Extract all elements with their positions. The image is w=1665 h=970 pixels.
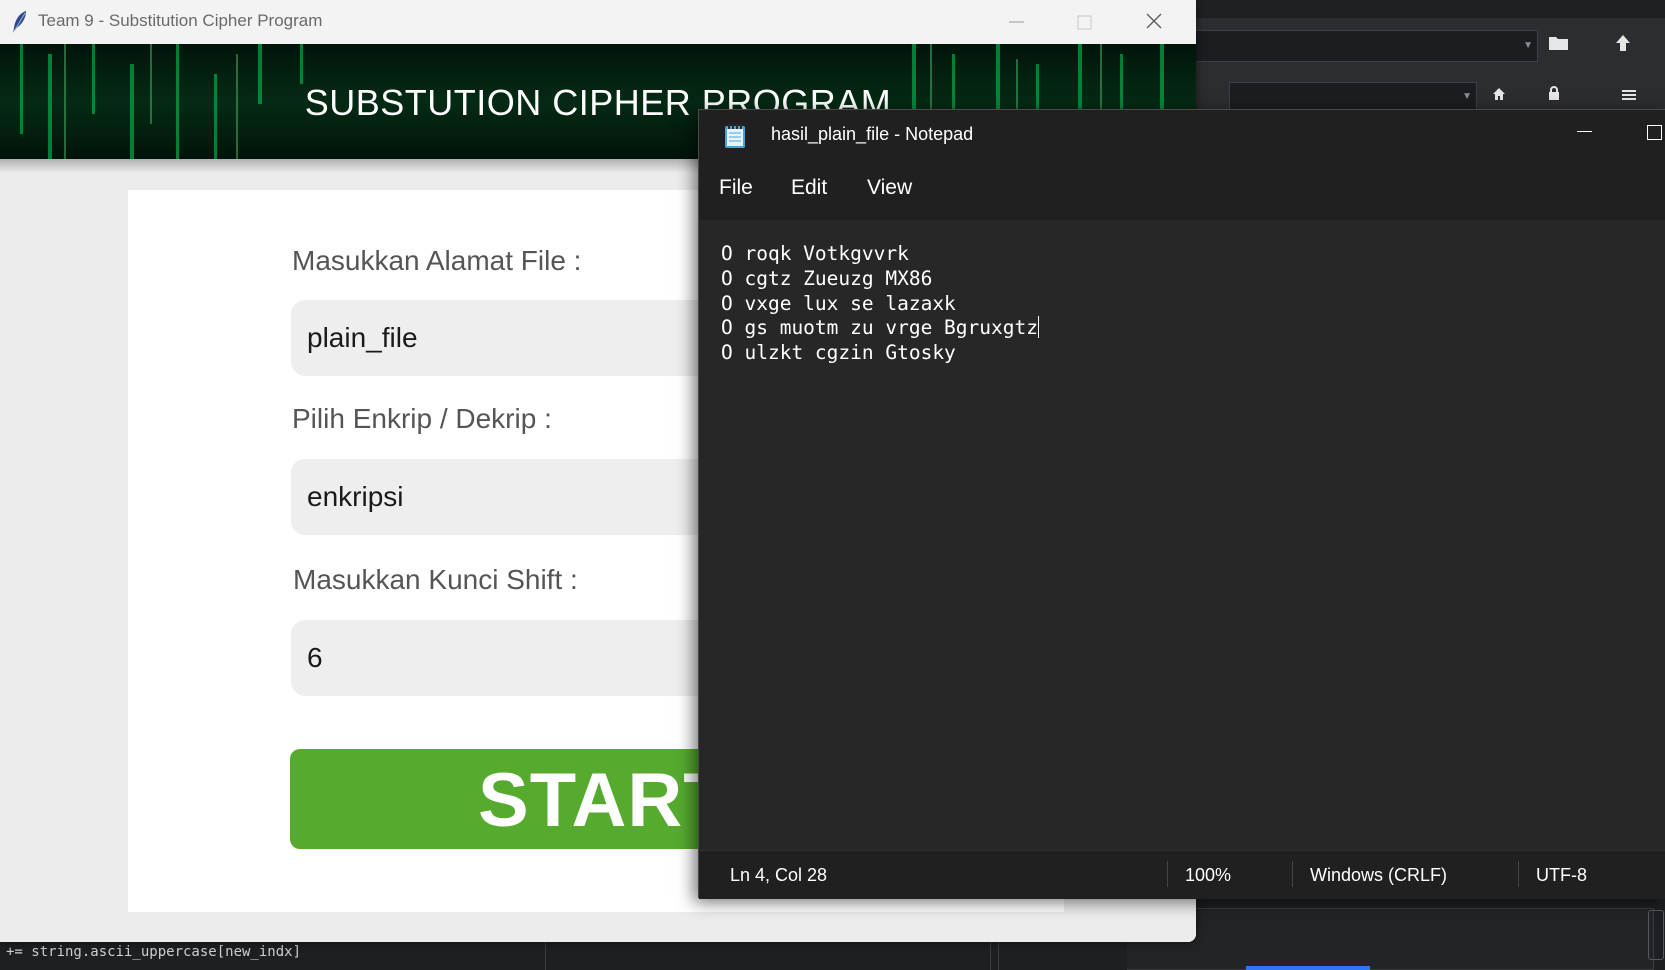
- open-folder-icon[interactable]: [1548, 34, 1570, 56]
- menu-edit[interactable]: Edit: [791, 176, 827, 200]
- notepad-status-bar: Ln 4, Col 28 100% Windows (CRLF) UTF-8: [699, 850, 1665, 899]
- status-divider: [1518, 861, 1519, 887]
- text-line: O gs muotm zu vrge Bgruxgtz: [721, 316, 1038, 340]
- mode-label: Pilih Enkrip / Dekrip :: [292, 403, 552, 434]
- line-ending: Windows (CRLF): [1310, 865, 1448, 885]
- menu-file[interactable]: File: [719, 176, 753, 200]
- ide-divider: [990, 942, 991, 970]
- notepad-menu-bar: File Edit View: [699, 158, 1665, 220]
- lock-icon[interactable]: [1547, 85, 1561, 105]
- text-line: O vxge lux se lazaxk: [721, 291, 956, 315]
- notepad-icon: [723, 123, 747, 154]
- home-icon[interactable]: [1492, 86, 1506, 105]
- window-title: Team 9 - Substitution Cipher Program: [38, 11, 323, 30]
- start-button-label: START: [478, 758, 731, 843]
- shift-key-label: Masukkan Kunci Shift :: [293, 564, 578, 595]
- cipher-title-bar: Team 9 - Substitution Cipher Program: [0, 0, 1196, 44]
- notepad-text-area[interactable]: O roqk Votkgvvrk O cgtz Zueuzg MX86 O vxge…: [699, 220, 1665, 850]
- notepad-title: hasil_plain_file - Notepad: [771, 124, 974, 144]
- notepad-maximize-button[interactable]: [1647, 125, 1662, 140]
- feather-icon: [12, 10, 28, 39]
- file-address-value: plain_file: [307, 322, 418, 353]
- chevron-down-icon[interactable]: ▼: [1462, 91, 1472, 102]
- mode-value: enkripsi: [307, 481, 404, 512]
- text-line: O roqk Votkgvvrk: [721, 242, 909, 265]
- minimize-button[interactable]: [996, 8, 1036, 36]
- shift-key-value: 6: [307, 642, 323, 673]
- zoom-level: 100%: [1185, 865, 1232, 885]
- ide-project-combobox[interactable]: ▼: [1229, 82, 1477, 112]
- ide-active-tab-indicator: [1246, 966, 1370, 970]
- notepad-title-bar: hasil_plain_file - Notepad: [699, 110, 1665, 158]
- ide-divider: [545, 942, 546, 970]
- file-address-label: Masukkan Alamat File :: [292, 245, 582, 276]
- menu-view[interactable]: View: [867, 176, 912, 200]
- ide-top-strip: [1127, 0, 1665, 18]
- text-line: O cgtz Zueuzg MX86: [721, 266, 933, 290]
- status-divider: [1292, 861, 1293, 887]
- close-button[interactable]: [1134, 8, 1174, 36]
- menu-icon[interactable]: [1622, 86, 1636, 105]
- encoding: UTF-8: [1536, 865, 1587, 885]
- text-line: O ulzkt cgzin Gtosky: [721, 341, 956, 365]
- notepad-window: hasil_plain_file - Notepad File Edit Vie…: [698, 109, 1665, 899]
- status-divider: [1167, 861, 1168, 887]
- ide-code-line: += string.ascii_uppercase[new_indx]: [0, 942, 1127, 970]
- text-caret: [1037, 316, 1039, 339]
- ide-scrollbar[interactable]: [1648, 910, 1664, 960]
- maximize-button[interactable]: [1064, 8, 1104, 36]
- arrow-up-icon[interactable]: [1614, 34, 1632, 56]
- ide-divider: [998, 942, 999, 970]
- text-line-with-caret: O gs muotm zu vrge Bgruxgtz: [721, 316, 1039, 341]
- notepad-minimize-button[interactable]: [1577, 131, 1592, 132]
- notepad-content: O roqk Votkgvvrk O cgtz Zueuzg MX86 O vxge…: [721, 242, 1039, 366]
- cursor-position: Ln 4, Col 28: [730, 865, 828, 885]
- chevron-down-icon[interactable]: ▼: [1523, 40, 1533, 51]
